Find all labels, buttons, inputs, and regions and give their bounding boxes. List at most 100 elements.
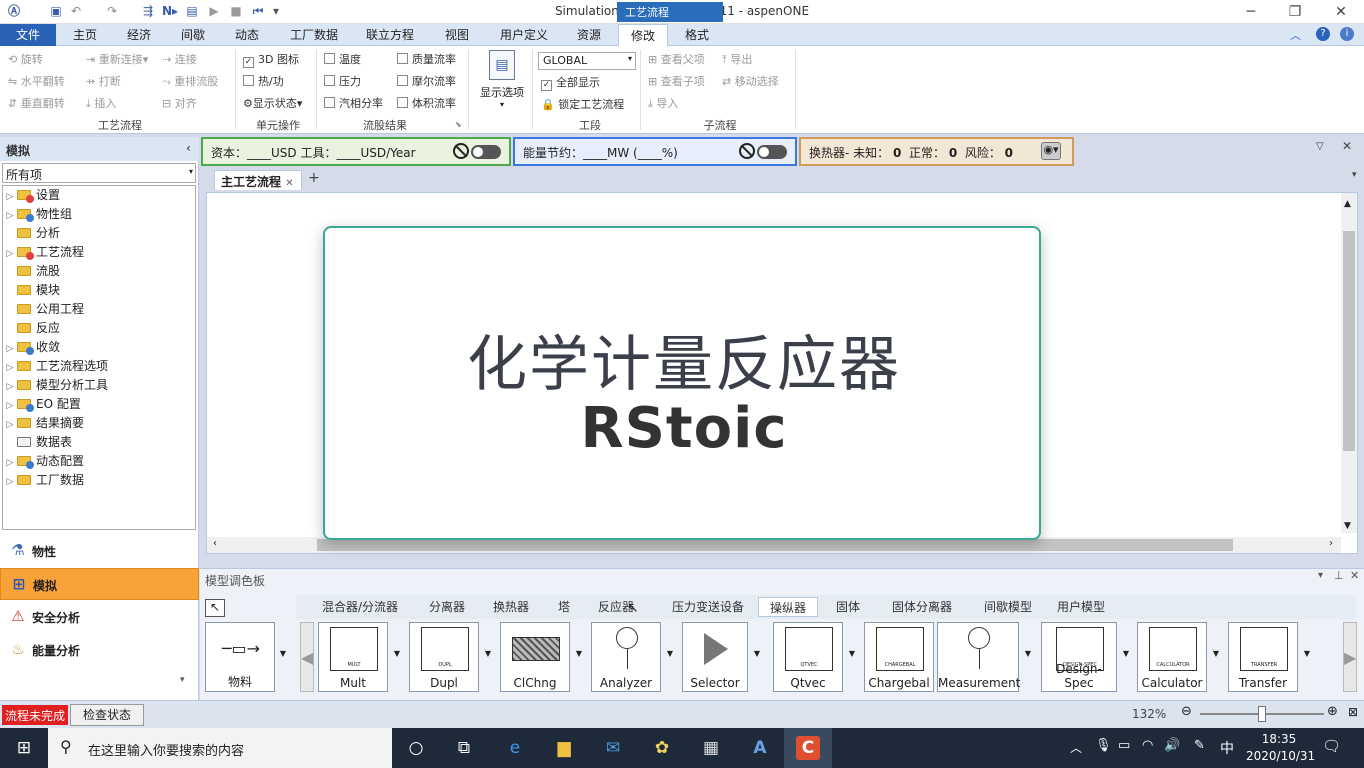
chevron-down-icon[interactable]: ▼ <box>1121 649 1131 658</box>
chevron-down-icon[interactable]: ▼ <box>574 649 584 658</box>
tab-format[interactable]: 格式 <box>672 24 722 46</box>
dialog-launcher-icon[interactable]: ⬊ <box>455 120 462 129</box>
palette-item[interactable]: MULT Mult <box>318 622 388 692</box>
vapor-fraction-checkbox[interactable]: 汽相分率 <box>324 95 383 113</box>
tree-node[interactable]: ▷ 工艺流程 <box>3 243 84 262</box>
tree-node[interactable]: ▷ 模型分析工具 <box>3 376 108 395</box>
tab-home[interactable]: 主页 <box>60 24 110 46</box>
palette-tab[interactable]: 用户模型 <box>1048 597 1114 617</box>
battery-icon[interactable]: ▭ <box>1118 738 1130 753</box>
tree-node[interactable]: 模块 <box>3 281 60 300</box>
palette-tab[interactable]: 分离器 <box>422 597 472 617</box>
palette-item[interactable]: CALCULATOR Calculator <box>1137 622 1207 692</box>
windows-start-icon[interactable]: ⊞ <box>12 736 36 760</box>
palette-item[interactable]: ClChng <box>500 622 570 692</box>
tree-node[interactable]: 公用工程 <box>3 300 84 319</box>
tray-chevron-icon[interactable]: ︿ <box>1070 739 1082 756</box>
view-parent-button[interactable]: ⊞ 查看父项 <box>648 51 705 69</box>
pressure-checkbox[interactable]: 压力 <box>324 73 361 91</box>
store-icon[interactable]: ▦ <box>699 736 723 760</box>
palette-tab[interactable]: 间歇模型 <box>970 597 1046 617</box>
palette-item[interactable]: Measurement <box>937 622 1020 692</box>
horizontal-scroll-thumb[interactable] <box>317 539 1233 551</box>
zoom-out-icon[interactable]: ⊖ <box>1181 704 1192 719</box>
tree-node[interactable]: ▷ 动态配置 <box>3 452 84 471</box>
tab-modify[interactable]: 修改 <box>618 24 668 47</box>
tree-node[interactable]: 流股 <box>3 262 60 281</box>
display-status-dropdown[interactable]: ⚙显示状态▾ <box>243 95 302 113</box>
nav-simulation-button[interactable]: ⊞ 模拟 <box>0 568 199 600</box>
connect-button[interactable]: ⇢ 连接 <box>162 51 197 69</box>
check-status-button[interactable]: 检查状态 <box>70 704 144 726</box>
chevron-down-icon[interactable]: ▽ <box>1316 141 1324 152</box>
nav-safety-button[interactable]: ⚠ 安全分析 <box>0 601 199 633</box>
help-icon[interactable]: ? <box>1316 27 1330 41</box>
mole-flow-checkbox[interactable]: 摩尔流率 <box>397 73 456 91</box>
pin-icon[interactable]: ⊥ <box>1334 569 1344 582</box>
scroll-right-icon[interactable]: › <box>1329 538 1333 549</box>
nav-filter-combo[interactable]: 所有项 ▾ <box>2 163 196 183</box>
wifi-icon[interactable]: ◠ <box>1142 738 1153 753</box>
break-button[interactable]: ⇸ 打断 <box>86 73 121 91</box>
tab-list-icon[interactable]: ▾ <box>1352 170 1357 180</box>
cost-toggle[interactable] <box>471 145 501 159</box>
palette-tab[interactable]: 换热器 <box>486 597 536 617</box>
notification-icon[interactable]: 🗨 <box>1322 737 1341 755</box>
taskbar-search[interactable]: ⚲ 在这里输入你要搜索的内容 <box>48 728 392 768</box>
flip-horizontal-button[interactable]: ⇋ 水平翻转 <box>8 73 65 91</box>
tree-node[interactable]: ▷ 工艺流程选项 <box>3 357 108 376</box>
palette-tab[interactable]: 塔 <box>550 597 578 617</box>
tree-node[interactable]: ▷ EO 配置 <box>3 395 81 414</box>
chevron-down-icon[interactable]: ▼ <box>483 649 493 658</box>
palette-scroll-left-icon[interactable]: ◀ <box>300 622 314 692</box>
aspen-plus-taskbar-icon[interactable]: A <box>748 736 772 760</box>
microphone-icon[interactable]: 🎙 <box>1095 738 1112 753</box>
zoom-in-icon[interactable]: ⊕ <box>1327 704 1338 719</box>
view-child-button[interactable]: ⊞ 查看子项 <box>648 73 705 91</box>
tab-economics[interactable]: 经济 <box>114 24 164 46</box>
pointer-tool-icon[interactable]: ↖ <box>205 599 225 617</box>
edge-icon[interactable]: e <box>503 736 527 760</box>
chevron-down-icon[interactable]: ▼ <box>665 649 675 658</box>
palette-item[interactable]: QTVEC Qtvec <box>773 622 843 692</box>
collapse-pane-icon[interactable]: ‹ <box>186 141 191 155</box>
reconnect-button[interactable]: ⇥ 重新连接▾ <box>86 51 148 69</box>
palette-item[interactable]: Selector <box>682 622 748 692</box>
palette-tab[interactable]: 固体分离器 <box>880 597 964 617</box>
tab-main-flowsheet[interactable]: 主工艺流程 ✕ <box>214 170 302 190</box>
volume-flow-checkbox[interactable]: 体积流率 <box>397 95 456 113</box>
export-button[interactable]: ⤒ 导出 <box>722 51 752 69</box>
cortana-icon[interactable]: ○ <box>404 736 428 760</box>
display-options-button[interactable]: ▤ 显示选项 ▾ <box>476 50 528 112</box>
chevron-down-icon[interactable]: ▼ <box>1302 649 1312 658</box>
file-explorer-icon[interactable]: ▆ <box>552 736 576 760</box>
palette-item[interactable]: DESIGN-SPEC Design-Spec <box>1041 622 1117 692</box>
tab-equation-oriented[interactable]: 联立方程 <box>358 24 422 46</box>
tree-node[interactable]: 分析 <box>3 224 60 243</box>
section-combo[interactable]: GLOBAL ▾ <box>538 52 636 70</box>
palette-item[interactable]: Analyzer <box>591 622 661 692</box>
insert-button[interactable]: ⤓ 插入 <box>86 95 116 113</box>
energy-toggle[interactable] <box>757 145 787 159</box>
flip-vertical-button[interactable]: ⇵ 垂直翻转 <box>8 95 65 113</box>
import-button[interactable]: ⤓ 导入 <box>648 95 678 113</box>
maximize-button[interactable]: ❐ <box>1280 2 1310 22</box>
close-window-button[interactable]: ✕ <box>1326 2 1356 22</box>
more-nav-icon[interactable]: ▾ <box>180 675 185 685</box>
palette-item[interactable]: CHARGEBAL Chargebal <box>864 622 934 692</box>
show-all-checkbox[interactable]: ✓ 全部显示 <box>541 74 600 92</box>
ime-indicator[interactable]: 中 <box>1220 738 1234 758</box>
palette-item[interactable]: DUPL Dupl <box>409 622 479 692</box>
chevron-down-icon[interactable]: ▼ <box>1023 649 1033 658</box>
info-icon[interactable]: i <box>1340 27 1354 41</box>
palette-item-material[interactable]: ─▭→ 物料 <box>205 622 275 692</box>
task-view-icon[interactable]: ⧉ <box>452 736 476 760</box>
vertical-scrollbar[interactable]: ▲ ▼ <box>1341 193 1357 533</box>
volume-icon[interactable]: 🔊 <box>1164 738 1180 753</box>
align-button[interactable]: ⊟ 对齐 <box>162 95 197 113</box>
heat-work-checkbox[interactable]: 热/功 <box>243 73 284 91</box>
camtasia-icon[interactable]: C <box>796 736 820 760</box>
scroll-left-icon[interactable]: ‹ <box>213 538 217 549</box>
tab-batch[interactable]: 间歇 <box>168 24 218 46</box>
vertical-scroll-thumb[interactable] <box>1343 231 1355 451</box>
